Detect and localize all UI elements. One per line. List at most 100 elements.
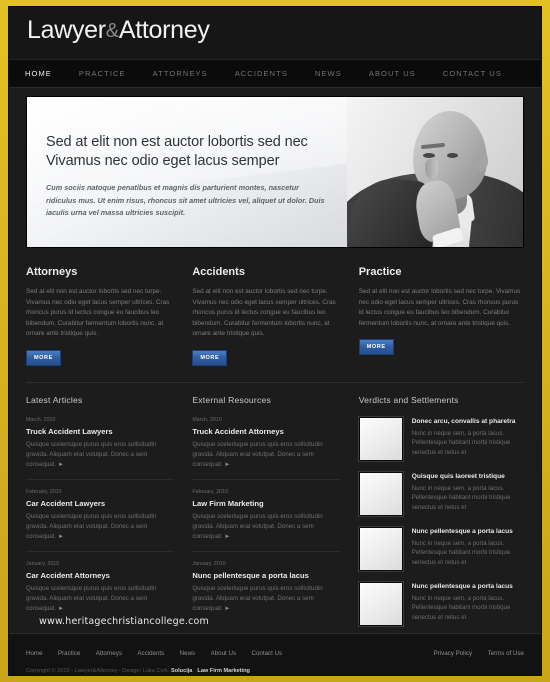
article-title[interactable]: Truck Accident Lawyers: [26, 427, 174, 436]
article-excerpt: Quisque scelerisque purus quis eros soll…: [192, 584, 323, 612]
verdict-title[interactable]: Quisque quis laoreet tristique: [412, 472, 524, 481]
column-external-resources: External Resources March, 2010 Truck Acc…: [192, 395, 358, 637]
copyright-line: Copyright © 2010 - Lawyer&Attorney - Des…: [26, 668, 524, 674]
service-body: Sed at elit non est auctor lobortis sed …: [192, 288, 336, 338]
verdict-description: Nunc in neque sem, a porta lacus. Pellen…: [411, 594, 511, 621]
list-item[interactable]: March, 2010 Truck Accident Attorneys Qui…: [192, 416, 341, 480]
verdict-thumbnail-image: [357, 580, 404, 627]
service-more-button[interactable]: MORE: [358, 339, 394, 356]
nav-item-practice[interactable]: PRACTICE: [79, 69, 126, 78]
verdict-description: Nunc in neque sem, a porta lacus. Pellen…: [411, 429, 511, 456]
service-card-attorneys: Attorneys Sed at elit non est auctor lob…: [26, 266, 192, 366]
site-header: Lawyer&Attorney: [9, 7, 541, 59]
nav-item-accidents[interactable]: ACCIDENTS: [235, 69, 288, 78]
footer-link-practice[interactable]: Practice: [58, 650, 80, 657]
article-excerpt: Quisque scelerisque purus quis eros soll…: [26, 512, 157, 540]
nav-item-about-us[interactable]: ABOUT US: [369, 69, 416, 78]
article-date: January, 2010: [192, 560, 226, 567]
verdict-title[interactable]: Nunc pellentesque a porta lacus: [412, 527, 524, 536]
column-verdicts-settlements: Verdicts and Settlements Donec arcu, con…: [357, 395, 524, 637]
article-date: February, 2010: [26, 488, 62, 495]
service-body: Sed at elit non est auctor lobortis sed …: [26, 288, 170, 338]
article-date: February, 2010: [192, 488, 228, 495]
verdict-thumbnail-image: [357, 415, 404, 462]
footer-link-terms-of-use[interactable]: Terms of Use: [488, 650, 524, 657]
read-more-arrow-icon[interactable]: ►: [224, 534, 230, 540]
article-title[interactable]: Nunc pellentesque a porta lacus: [192, 571, 340, 580]
copyright-designer[interactable]: Solucija: [171, 668, 192, 674]
hero-banner[interactable]: Sed at elit non est auctor lobortis sed …: [26, 96, 524, 248]
main-navigation: HOME PRACTICE ATTORNEYS ACCIDENTS NEWS A…: [9, 59, 541, 88]
article-excerpt: Quisque scelerisque purus quis eros soll…: [192, 512, 323, 540]
article-date: March, 2010: [192, 416, 222, 423]
hero-heading: Sed at elit non est auctor lobortis sed …: [46, 133, 346, 171]
nav-item-attorneys[interactable]: ATTORNEYS: [153, 69, 208, 78]
verdict-thumbnail-image: [357, 470, 404, 517]
footer-link-attorneys[interactable]: Attorneys: [96, 650, 122, 657]
verdict-description: Nunc in neque sem, a porta lacus. Pellen…: [411, 484, 511, 511]
footer-link-about-us[interactable]: About Us: [211, 650, 236, 657]
list-item[interactable]: January, 2010 Nunc pellentesque a porta …: [192, 561, 340, 623]
nav-item-news[interactable]: NEWS: [315, 69, 342, 78]
verdict-thumbnail-image: [357, 525, 404, 572]
hero-subtitle: Cum sociis natoque penatibus et magnis d…: [46, 183, 325, 217]
article-excerpt: Quisque scelerisque purus quis eros soll…: [26, 584, 157, 612]
article-title[interactable]: Car Accident Lawyers: [26, 499, 174, 508]
article-title[interactable]: Truck Accident Attorneys: [192, 427, 340, 436]
content-columns: Latest Articles March, 2010 Truck Accide…: [26, 395, 524, 637]
read-more-arrow-icon[interactable]: ►: [58, 606, 64, 612]
list-item[interactable]: Donec arcu, convallis at pharetra Nunc i…: [357, 415, 524, 462]
article-title[interactable]: Law Firm Marketing: [192, 499, 340, 508]
logo-text-secondary: Attorney: [118, 16, 210, 44]
article-excerpt: Quisque scelerisque purus quis eros soll…: [192, 440, 323, 468]
article-excerpt: Quisque scelerisque purus quis eros soll…: [26, 440, 157, 468]
list-item[interactable]: Nunc pellentesque a porta lacus Nunc in …: [357, 580, 524, 627]
footer-link-privacy-policy[interactable]: Privacy Policy: [434, 650, 473, 657]
verdict-description: Nunc in neque sem, a porta lacus. Pellen…: [411, 539, 511, 566]
service-more-button[interactable]: MORE: [26, 349, 61, 366]
services-section: Attorneys Sed at elit non est auctor lob…: [26, 266, 524, 366]
column-heading-latest-articles: Latest Articles: [26, 394, 83, 405]
watermark-url: www.heritagechristiancollege.com: [39, 616, 209, 627]
footer-link-contact-us[interactable]: Contact Us: [252, 650, 283, 657]
logo-text-primary: Lawyer: [27, 16, 106, 44]
service-card-accidents: Accidents Sed at elit non est auctor lob…: [192, 266, 358, 366]
service-body: Sed at elit non est auctor lobortis sed …: [358, 288, 521, 327]
list-item[interactable]: February, 2010 Car Accident Lawyers Quis…: [26, 488, 175, 552]
verdict-title[interactable]: Nunc pellentesque a porta lacus: [412, 582, 524, 591]
article-date: March, 2010: [26, 416, 56, 423]
site-logo[interactable]: Lawyer&Attorney: [27, 16, 210, 45]
hero-heading-line2: Vivamus nec odio eget lacus semper: [46, 153, 280, 169]
list-item[interactable]: Nunc pellentesque a porta lacus Nunc in …: [357, 525, 524, 572]
service-more-button[interactable]: MORE: [192, 349, 228, 366]
service-card-practice: Practice Sed at elit non est auctor lobo…: [358, 266, 524, 366]
footer-link-home[interactable]: Home: [26, 650, 43, 657]
read-more-arrow-icon[interactable]: ►: [58, 462, 64, 468]
copyright-text: Copyright © 2010 - Lawyer&Attorney - Des…: [26, 668, 171, 674]
copyright-partner-link[interactable]: Law Firm Marketing: [197, 668, 250, 674]
list-item[interactable]: March, 2010 Truck Accident Lawyers Quisq…: [26, 416, 175, 480]
footer-link-accidents[interactable]: Accidents: [137, 650, 164, 657]
article-title[interactable]: Car Accident Attorneys: [26, 571, 174, 580]
read-more-arrow-icon[interactable]: ►: [224, 462, 230, 468]
nav-item-home[interactable]: HOME: [25, 69, 52, 78]
list-item[interactable]: February, 2010 Law Firm Marketing Quisqu…: [192, 488, 341, 552]
page-frame: Lawyer&Attorney HOME PRACTICE ATTORNEYS …: [8, 6, 542, 676]
hero-portrait-image: [347, 97, 523, 247]
list-item[interactable]: January, 2010 Car Accident Attorneys Qui…: [26, 561, 174, 623]
column-latest-articles: Latest Articles March, 2010 Truck Accide…: [26, 395, 192, 637]
footer-link-news[interactable]: News: [180, 650, 195, 657]
read-more-arrow-icon[interactable]: ►: [58, 534, 64, 540]
service-title: Practice: [358, 266, 402, 278]
list-item[interactable]: Quisque quis laoreet tristique Nunc in n…: [357, 470, 524, 517]
service-title: Accidents: [192, 266, 245, 278]
footer-legal-links: Privacy Policy Terms of Use: [423, 642, 524, 660]
service-title: Attorneys: [26, 266, 78, 278]
logo-ampersand: &: [105, 20, 119, 42]
nav-item-contact-us[interactable]: CONTACT US: [443, 69, 502, 78]
verdict-title[interactable]: Donec arcu, convallis at pharetra: [412, 417, 524, 426]
column-heading-external-resources: External Resources: [192, 394, 271, 405]
hero-heading-line1: Sed at elit non est auctor lobortis sed …: [46, 134, 308, 150]
read-more-arrow-icon[interactable]: ►: [224, 606, 230, 612]
footer-navigation: Home Practice Attorneys Accidents News A…: [26, 642, 293, 660]
